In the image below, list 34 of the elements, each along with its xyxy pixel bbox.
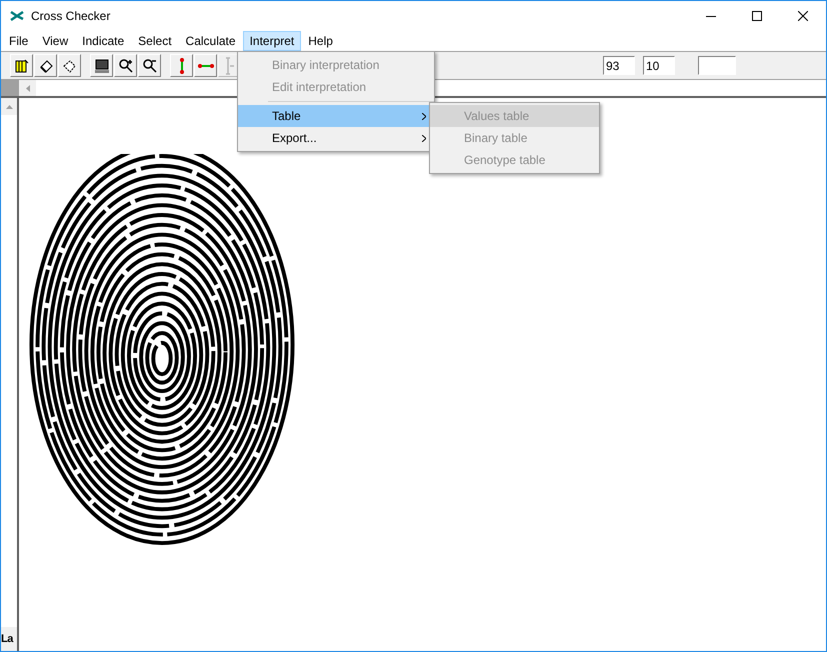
left-arrow-icon (26, 84, 30, 92)
notebook-button[interactable] (10, 54, 33, 77)
menu-item[interactable]: View (35, 31, 76, 51)
menu-item[interactable]: Calculate (178, 31, 243, 51)
menu-item[interactable]: Help (301, 31, 340, 51)
maximize-icon (752, 11, 762, 21)
menu-item[interactable]: Select (131, 31, 179, 51)
horizontal-line-button[interactable] (194, 54, 217, 77)
menu-item[interactable]: Interpret (242, 31, 302, 51)
monitor-button[interactable] (90, 54, 113, 77)
input-field[interactable] (698, 56, 736, 75)
zoom-in-button[interactable] (114, 54, 137, 77)
menu-item[interactable]: Indicate (75, 31, 132, 51)
eraser-icon (62, 58, 78, 74)
line-tool-icon (224, 56, 234, 74)
close-icon (798, 11, 808, 21)
side-label: La (1, 632, 14, 647)
eraser-button[interactable] (34, 54, 57, 77)
app-logo-icon (10, 11, 24, 21)
vertical-line-button[interactable] (170, 54, 193, 77)
menu-item[interactable]: File (2, 31, 36, 51)
vertical-line-icon (178, 56, 184, 74)
notebook-icon (14, 58, 30, 74)
eraser-button[interactable] (58, 54, 81, 77)
zoom-out-icon (142, 58, 158, 74)
zoom-in-icon (118, 58, 134, 74)
eraser-icon (38, 58, 54, 74)
zoom-out-button[interactable] (138, 54, 161, 77)
window-title: Cross Checker (31, 8, 110, 25)
number-field[interactable]: 10 (643, 56, 675, 75)
up-arrow-icon (6, 104, 12, 108)
monitor-icon (94, 58, 110, 74)
horizontal-line-icon (196, 62, 214, 68)
number-field[interactable]: 93 (603, 56, 635, 75)
